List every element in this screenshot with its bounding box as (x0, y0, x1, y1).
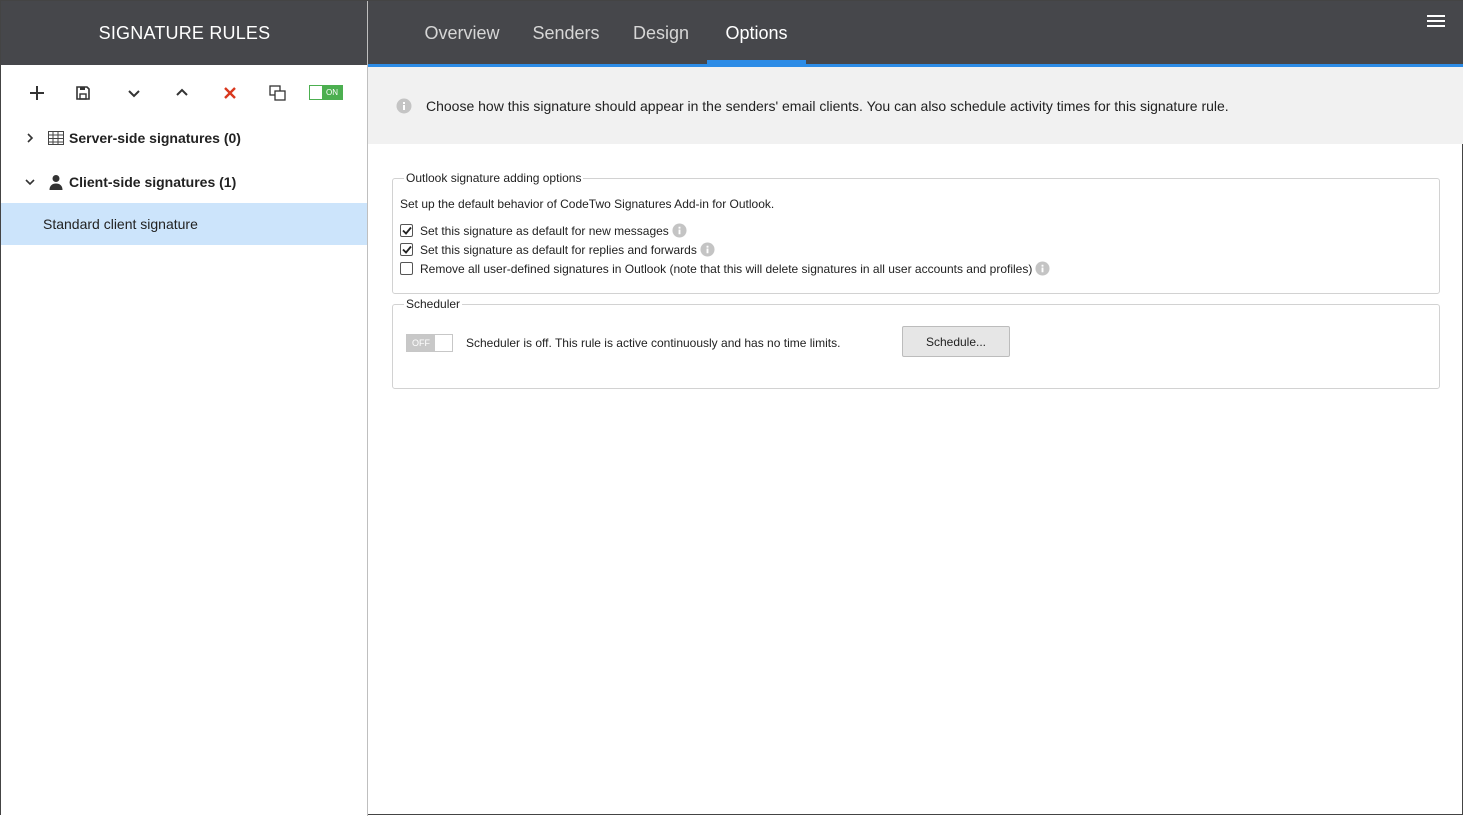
signature-rules-title: SIGNATURE RULES (98, 22, 271, 43)
tab-label: Design (632, 22, 690, 43)
chevron-down-icon (128, 90, 140, 98)
tab-label: Options (725, 22, 788, 43)
outlook-options-description: Set up the default behavior of CodeTwo S… (400, 197, 775, 211)
save-rule-button[interactable] (69, 79, 97, 107)
info-icon (396, 98, 412, 113)
tree-node-client-side[interactable]: Client-side signatures (1) (1, 162, 368, 202)
option-remove-user-signatures: Remove all user-defined signatures in Ou… (400, 261, 1050, 276)
add-rule-button[interactable] (23, 79, 51, 107)
save-icon (76, 86, 90, 100)
checkmark-icon (401, 245, 412, 254)
schedule-button[interactable]: Schedule... (902, 326, 1010, 357)
hamburger-menu-button[interactable] (1427, 12, 1447, 30)
rule-item-label: Standard client signature (43, 216, 198, 232)
plus-icon (30, 86, 44, 100)
scheduler-legend: Scheduler (406, 297, 461, 311)
app-window: SIGNATURE RULES ON Server-side signature… (0, 0, 1463, 816)
tab-overview[interactable]: Overview (408, 1, 516, 65)
info-icon[interactable] (1035, 261, 1050, 276)
default-replies-checkbox[interactable] (400, 243, 413, 256)
delete-rule-button[interactable] (216, 79, 244, 107)
close-icon (224, 87, 236, 99)
toggle-knob (310, 86, 322, 99)
scheduler-status: Scheduler is off. This rule is active co… (466, 336, 841, 350)
tree-node-label: Client-side signatures (1) (69, 174, 237, 190)
user-icon (47, 173, 65, 191)
option-label: Remove all user-defined signatures in Ou… (420, 261, 1033, 276)
chevron-up-icon (176, 88, 188, 96)
toggle-on-label: ON (322, 86, 342, 99)
left-pane-title: SIGNATURE RULES (1, 1, 368, 65)
info-icon[interactable] (672, 223, 687, 238)
outlook-options-legend: Outlook signature adding options (406, 171, 582, 185)
tab-label: Overview (424, 22, 500, 43)
rule-item-standard-client-signature[interactable]: Standard client signature (1, 203, 367, 245)
remove-user-signatures-checkbox[interactable] (400, 262, 413, 275)
scheduler-toggle[interactable]: OFF (406, 334, 453, 352)
tab-design[interactable]: Design (620, 1, 702, 65)
tab-label: Senders (532, 22, 600, 43)
option-label: Set this signature as default for replie… (420, 242, 697, 257)
option-default-new-messages: Set this signature as default for new me… (400, 223, 687, 238)
checkmark-icon (401, 226, 412, 235)
server-icon (47, 129, 65, 147)
move-up-button[interactable] (168, 79, 196, 107)
move-down-button[interactable] (120, 79, 148, 107)
tab-options[interactable]: Options (707, 1, 806, 65)
copy-rule-button[interactable] (264, 79, 292, 107)
tree-node-label: Server-side signatures (0) (69, 130, 241, 146)
toggle-off-label: OFF (407, 335, 435, 351)
toggle-knob (435, 335, 452, 351)
default-new-messages-checkbox[interactable] (400, 224, 413, 237)
option-default-replies: Set this signature as default for replie… (400, 242, 715, 257)
info-banner: Choose how this signature should appear … (368, 67, 1463, 144)
rules-toolbar: ON (1, 65, 368, 121)
chevron-right-icon[interactable] (23, 131, 37, 145)
option-label: Set this signature as default for new me… (420, 223, 669, 238)
top-nav-bar: Overview Senders Design Options (368, 1, 1463, 65)
left-pane: SIGNATURE RULES ON Server-side signature… (1, 1, 368, 816)
tab-senders[interactable]: Senders (522, 1, 610, 65)
rule-active-toggle[interactable]: ON (309, 85, 343, 100)
tree-node-server-side[interactable]: Server-side signatures (0) (1, 118, 368, 158)
info-icon[interactable] (700, 242, 715, 257)
chevron-down-icon[interactable] (23, 175, 37, 189)
hamburger-icon (1427, 15, 1447, 27)
info-message: Choose how this signature should appear … (426, 97, 1229, 114)
copy-icon (269, 85, 286, 101)
